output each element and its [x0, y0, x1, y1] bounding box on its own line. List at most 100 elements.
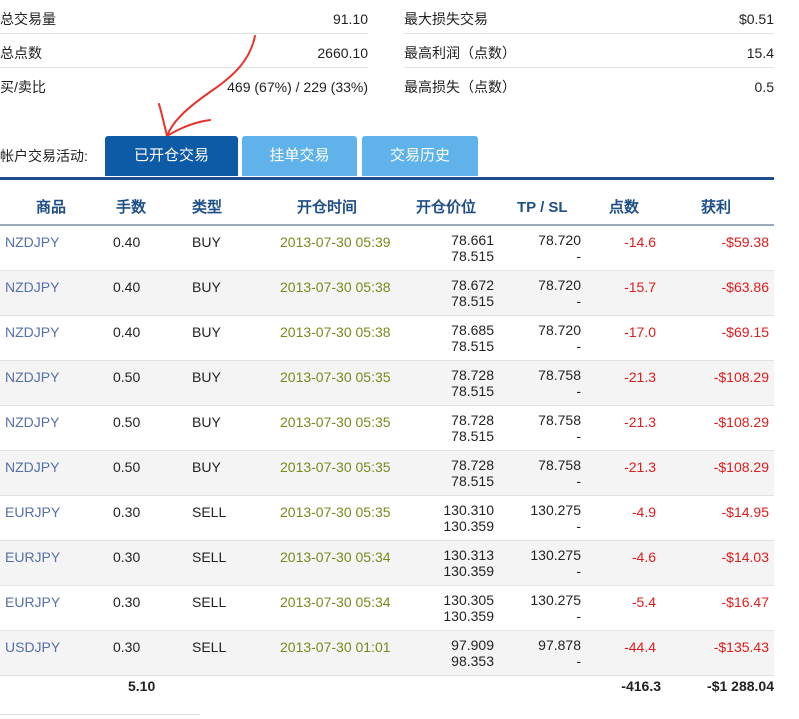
tp-value: 130.275 [530, 592, 581, 608]
tab-trade-history[interactable]: 交易历史 [362, 136, 478, 176]
price-open: 78.672 [451, 277, 494, 293]
tp-sl-value: 78.720- [538, 277, 581, 309]
open-time-value: 2013-07-30 05:39 [280, 234, 391, 250]
tp-sl-value: 78.720- [538, 232, 581, 264]
price-current: 78.515 [451, 338, 494, 354]
lots-value: 0.50 [113, 414, 141, 430]
points-value: -21.3 [624, 414, 656, 430]
sl-value: - [576, 428, 581, 444]
tp-value: 130.275 [530, 547, 581, 563]
points-value: -15.7 [624, 279, 656, 295]
lots-value: 0.50 [113, 369, 141, 385]
open-time-value: 2013-07-30 01:01 [280, 639, 391, 655]
tp-value: 78.720 [538, 232, 581, 248]
open-price-value: 130.313 130.359 [443, 547, 494, 579]
price-current: 78.515 [451, 428, 494, 444]
sl-value: - [576, 248, 581, 264]
symbol-link[interactable]: USDJPY [5, 639, 60, 655]
open-price-value: 130.305 130.359 [443, 592, 494, 624]
tp-sl-value: 78.758- [538, 457, 581, 489]
stat-value: 2660.10 [317, 45, 368, 61]
table-body: NZDJPY 0.40 BUY 2013-07-30 05:39 78.661 78.51… [0, 226, 774, 676]
symbol-link[interactable]: NZDJPY [5, 459, 59, 475]
points-value: -4.9 [631, 504, 656, 520]
sl-value: - [576, 608, 581, 624]
stats-right-column: 最大损失交易 $0.51 最高利润（点数） 15.4 最高损失（点数） 0.5 [404, 0, 774, 101]
price-open: 78.728 [451, 412, 494, 428]
sl-value: - [576, 383, 581, 399]
table-row: NZDJPY 0.40 BUY 2013-07-30 05:38 78.685 78.51… [0, 316, 774, 361]
symbol-link[interactable]: NZDJPY [5, 414, 59, 430]
tab-open-trades[interactable]: 已开仓交易 [105, 136, 238, 176]
table-row: NZDJPY 0.40 BUY 2013-07-30 05:39 78.661 78.51… [0, 226, 774, 271]
price-open: 97.909 [451, 637, 494, 653]
table-row: EURJPY 0.30 SELL 2013-07-30 05:34 130.313 130… [0, 541, 774, 586]
symbol-link[interactable]: EURJPY [5, 549, 60, 565]
symbol-link[interactable]: NZDJPY [5, 324, 59, 340]
tab-pending-orders[interactable]: 挂单交易 [242, 136, 357, 176]
price-current: 98.353 [451, 653, 494, 669]
tp-sl-value: 130.275- [530, 502, 581, 534]
open-price-value: 97.909 98.353 [451, 637, 494, 669]
table-totals: 5.10 -416.3 -$1 288.04 [0, 676, 774, 706]
tp-value: 78.720 [538, 322, 581, 338]
symbol-link[interactable]: EURJPY [5, 594, 60, 610]
tp-value: 78.720 [538, 277, 581, 293]
open-time-value: 2013-07-30 05:38 [280, 279, 391, 295]
stat-row: 最高损失（点数） 0.5 [404, 68, 774, 101]
type-value: BUY [192, 414, 221, 430]
type-value: SELL [192, 549, 227, 565]
profit-value: -$135.43 [713, 639, 769, 655]
type-value: BUY [192, 369, 221, 385]
symbol-link[interactable]: NZDJPY [5, 279, 59, 295]
lots-value: 0.30 [113, 549, 141, 565]
symbol-link[interactable]: NZDJPY [5, 369, 59, 385]
price-current: 78.515 [451, 473, 494, 489]
profit-value: -$59.38 [721, 234, 769, 250]
sl-value: - [576, 473, 581, 489]
open-price-value: 130.310 130.359 [443, 502, 494, 534]
table-header: 商品 手数 类型 开仓时间 开仓价位 TP / SL 点数 获利 [0, 177, 774, 226]
open-time-value: 2013-07-30 05:35 [280, 459, 391, 475]
points-value: -21.3 [624, 369, 656, 385]
activity-tabs: 帐户交易活动: 已开仓交易 挂单交易 交易历史 [0, 136, 799, 176]
stat-label: 总交易量 [0, 11, 56, 27]
stat-label: 总点数 [0, 45, 42, 61]
stat-row: 最高利润（点数） 15.4 [404, 34, 774, 68]
tp-value: 78.758 [538, 412, 581, 428]
price-current: 130.359 [443, 563, 494, 579]
sl-value: - [576, 518, 581, 534]
open-trades-table: 商品 手数 类型 开仓时间 开仓价位 TP / SL 点数 获利 NZDJPY 0… [0, 177, 774, 706]
type-value: BUY [192, 234, 221, 250]
open-price-value: 78.672 78.515 [451, 277, 494, 309]
sl-value: - [576, 338, 581, 354]
open-price-value: 78.728 78.515 [451, 367, 494, 399]
open-time-value: 2013-07-30 05:35 [280, 369, 391, 385]
stat-label: 最高利润（点数） [404, 45, 516, 61]
profit-value: -$14.03 [721, 549, 769, 565]
stat-label: 买/卖比 [0, 79, 46, 95]
tp-value: 78.758 [538, 367, 581, 383]
tp-value: 97.878 [538, 637, 581, 653]
table-row: USDJPY 0.30 SELL 2013-07-30 01:01 97.909 98.3… [0, 631, 774, 676]
price-open: 130.313 [443, 547, 494, 563]
open-price-value: 78.685 78.515 [451, 322, 494, 354]
tp-sl-value: 78.758- [538, 367, 581, 399]
open-time-value: 2013-07-30 05:35 [280, 504, 391, 520]
tp-value: 78.758 [538, 457, 581, 473]
points-value: -5.4 [631, 594, 656, 610]
price-open: 78.661 [451, 232, 494, 248]
profit-value: -$63.86 [721, 279, 769, 295]
sl-value: - [576, 293, 581, 309]
stat-label: 最高损失（点数） [404, 79, 516, 95]
profit-value: -$108.29 [713, 369, 769, 385]
price-open: 78.728 [451, 367, 494, 383]
open-time-value: 2013-07-30 05:34 [280, 549, 391, 565]
symbol-link[interactable]: NZDJPY [5, 234, 59, 250]
type-value: SELL [192, 504, 227, 520]
lots-value: 0.30 [113, 639, 141, 655]
stat-value: 91.10 [332, 11, 368, 27]
type-value: SELL [192, 639, 227, 655]
profit-value: -$108.29 [713, 414, 769, 430]
symbol-link[interactable]: EURJPY [5, 504, 60, 520]
